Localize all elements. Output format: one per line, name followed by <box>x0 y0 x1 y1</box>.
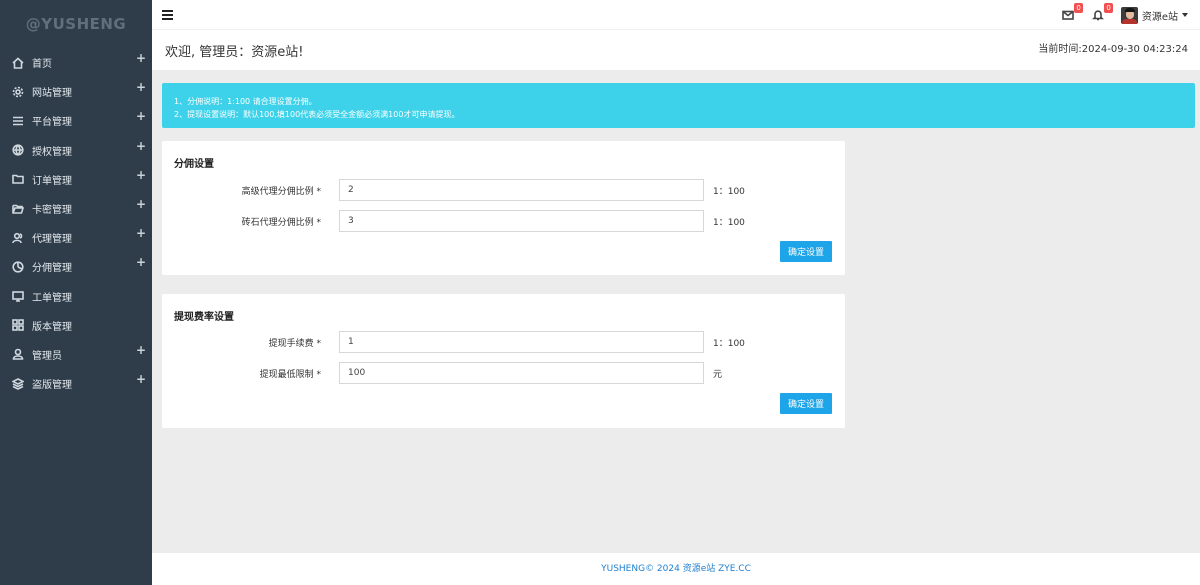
sidebar-item-home[interactable]: 首页 + <box>0 48 152 77</box>
expand-icon[interactable]: + <box>136 109 146 123</box>
mail-badge: 0 <box>1074 3 1083 13</box>
folder-icon <box>12 173 24 185</box>
commission-panel: 分佣设置 高级代理分佣比例 * 1：100 砖石代理分佣比例 * 1：100 确… <box>162 141 845 275</box>
sidebar-item-commission[interactable]: 分佣管理 + <box>0 252 152 281</box>
sidebar-item-platform[interactable]: 平台管理 + <box>0 106 152 135</box>
field-suffix: 1：100 <box>713 187 745 197</box>
sidebar-item-cards[interactable]: 卡密管理 + <box>0 194 152 223</box>
bell-badge: 0 <box>1104 3 1113 13</box>
username[interactable]: 资源e站 <box>1142 8 1178 23</box>
form-row: 高级代理分佣比例 * 1：100 <box>162 179 845 201</box>
monitor-icon <box>12 290 24 302</box>
withdraw-panel: 提现费率设置 提现手续费 * 1：100 提现最低限制 * 元 确定设置 <box>162 294 845 428</box>
page-header: 欢迎, 管理员：资源e站! 当前时间:2024-09-30 04:23:24 <box>152 30 1200 70</box>
sidebar-item-label: 网站管理 <box>32 88 72 100</box>
sidebar-item-tickets[interactable]: 工单管理 <box>0 282 152 311</box>
topbar-right: 0 0 资源e站 <box>1061 3 1188 25</box>
form-row: 提现手续费 * 1：100 <box>162 331 845 353</box>
diamond-agent-ratio-input[interactable] <box>339 210 704 232</box>
chevron-down-icon[interactable] <box>1182 13 1188 17</box>
sidebar-item-license[interactable]: 授权管理 + <box>0 136 152 165</box>
panel-title: 提现费率设置 <box>174 312 234 323</box>
sidebar: @YUSHENG 首页 + 网站管理 + 平台管理 + 授权管理 + 订单管理 … <box>0 0 152 585</box>
sidebar-item-label: 授权管理 <box>32 146 72 158</box>
pie-icon <box>12 261 24 273</box>
sidebar-item-label: 管理员 <box>32 350 62 362</box>
sidebar-item-label: 分佣管理 <box>32 263 72 275</box>
expand-icon[interactable]: + <box>136 51 146 65</box>
user-icon <box>12 348 24 361</box>
menu-toggle-icon[interactable] <box>162 10 173 20</box>
sidebar-item-piracy[interactable]: 盗版管理 + <box>0 369 152 398</box>
sidebar-menu: 首页 + 网站管理 + 平台管理 + 授权管理 + 订单管理 + 卡密管理 + <box>0 48 152 398</box>
field-label: 高级代理分佣比例 * <box>241 187 321 197</box>
sidebar-item-orders[interactable]: 订单管理 + <box>0 165 152 194</box>
info-alert: 1、分佣说明：1:100 请合理设置分佣。 2、提现设置说明：默认100,填10… <box>162 83 1195 128</box>
topbar: 0 0 资源e站 <box>152 0 1200 30</box>
panel-title: 分佣设置 <box>174 159 214 170</box>
expand-icon[interactable]: + <box>136 255 146 269</box>
field-suffix: 1：100 <box>713 218 745 228</box>
form-row: 提现最低限制 * 元 <box>162 362 845 384</box>
list-icon <box>12 115 24 127</box>
sidebar-item-label: 版本管理 <box>32 321 72 333</box>
gear-icon <box>12 86 24 98</box>
users-icon <box>12 232 24 244</box>
expand-icon[interactable]: + <box>136 168 146 182</box>
alert-line: 2、提现设置说明：默认100,填100代表必须受全金额必须满100才可申请提现。 <box>174 110 460 119</box>
field-label: 砖石代理分佣比例 * <box>241 218 321 228</box>
alert-line: 1、分佣说明：1:100 请合理设置分佣。 <box>174 97 317 106</box>
sidebar-item-label: 盗版管理 <box>32 380 72 392</box>
form-row: 砖石代理分佣比例 * 1：100 <box>162 210 845 232</box>
withdraw-min-input[interactable] <box>339 362 704 384</box>
avatar[interactable] <box>1120 6 1138 24</box>
senior-agent-ratio-input[interactable] <box>339 179 704 201</box>
expand-icon[interactable]: + <box>136 197 146 211</box>
mail-icon[interactable]: 0 <box>1061 3 1083 22</box>
save-withdraw-button[interactable]: 确定设置 <box>780 393 832 414</box>
expand-icon[interactable]: + <box>136 226 146 240</box>
expand-icon[interactable]: + <box>136 139 146 153</box>
sidebar-item-label: 订单管理 <box>32 175 72 187</box>
footer: YUSHENG© 2024 资源e站 ZYE.CC <box>152 553 1200 585</box>
grid-icon <box>12 319 24 332</box>
expand-icon[interactable]: + <box>136 80 146 94</box>
expand-icon[interactable]: + <box>136 343 146 357</box>
sidebar-item-label: 首页 <box>32 59 52 71</box>
sidebar-item-label: 代理管理 <box>32 234 72 246</box>
bell-icon[interactable]: 0 <box>1091 3 1113 22</box>
sidebar-item-label: 卡密管理 <box>32 205 72 217</box>
logo: @YUSHENG <box>25 15 127 33</box>
current-time: 当前时间:2024-09-30 04:23:24 <box>1038 44 1188 55</box>
save-commission-button[interactable]: 确定设置 <box>780 241 832 262</box>
sidebar-item-admins[interactable]: 管理员 + <box>0 340 152 369</box>
field-label: 提现手续费 * <box>268 339 321 349</box>
expand-icon[interactable]: + <box>136 372 146 386</box>
folder-open-icon <box>12 203 24 215</box>
home-icon <box>12 57 24 69</box>
field-suffix: 元 <box>713 370 723 380</box>
field-label: 提现最低限制 * <box>259 370 321 380</box>
field-suffix: 1：100 <box>713 339 745 349</box>
sidebar-item-label: 平台管理 <box>32 117 72 129</box>
withdraw-fee-input[interactable] <box>339 331 704 353</box>
page-title: 欢迎, 管理员：资源e站! <box>165 45 304 60</box>
layers-icon <box>12 377 24 390</box>
sidebar-item-agents[interactable]: 代理管理 + <box>0 223 152 252</box>
globe-icon <box>12 144 24 156</box>
sidebar-item-label: 工单管理 <box>32 292 72 304</box>
sidebar-item-versions[interactable]: 版本管理 <box>0 311 152 340</box>
sidebar-item-website[interactable]: 网站管理 + <box>0 77 152 106</box>
